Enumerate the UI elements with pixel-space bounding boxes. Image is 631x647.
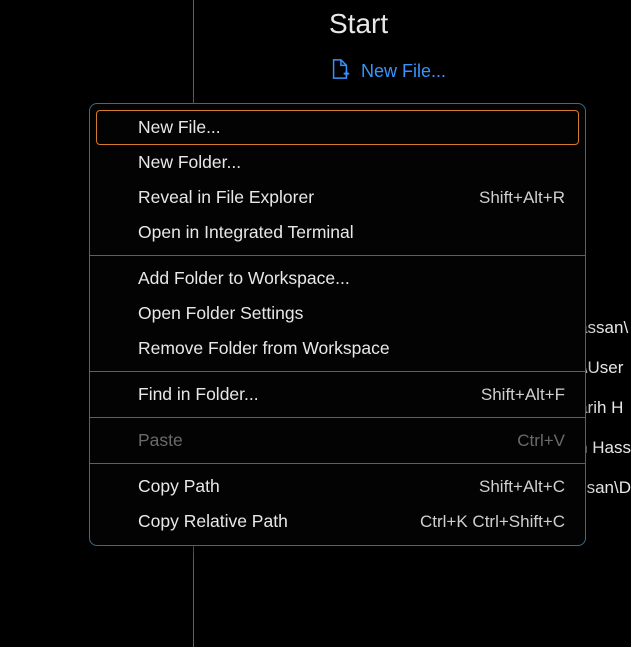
menu-item-open-in-integrated-terminal[interactable]: Open in Integrated Terminal <box>96 215 579 250</box>
menu-item-find-in-folder[interactable]: Find in Folder... Shift+Alt+F <box>96 377 579 412</box>
menu-item-copy-path[interactable]: Copy Path Shift+Alt+C <box>96 469 579 504</box>
menu-separator <box>90 417 585 418</box>
menu-item-label: Paste <box>138 430 183 451</box>
context-menu: New File... New Folder... Reveal in File E… <box>89 103 586 546</box>
menu-item-new-file[interactable]: New File... <box>96 110 579 145</box>
menu-item-shortcut: Shift+Alt+C <box>479 477 565 497</box>
recent-path-fragment: ssan\D <box>578 478 631 518</box>
recent-path-fragment: n Hass <box>578 438 631 478</box>
menu-item-add-folder-to-workspace[interactable]: Add Folder to Workspace... <box>96 261 579 296</box>
menu-item-shortcut: Ctrl+K Ctrl+Shift+C <box>420 512 565 532</box>
menu-separator <box>90 463 585 464</box>
new-file-icon <box>329 58 351 85</box>
menu-item-label: Open in Integrated Terminal <box>138 222 354 243</box>
menu-item-label: New File... <box>138 117 221 138</box>
menu-item-label: Open Folder Settings <box>138 303 303 324</box>
menu-item-shortcut: Shift+Alt+F <box>481 385 565 405</box>
menu-item-new-folder[interactable]: New Folder... <box>96 145 579 180</box>
background-recent-paths: assan\ :\User arih H n Hass ssan\D <box>578 318 631 518</box>
menu-separator <box>90 255 585 256</box>
recent-path-fragment: assan\ <box>578 318 631 358</box>
menu-item-reveal-in-file-explorer[interactable]: Reveal in File Explorer Shift+Alt+R <box>96 180 579 215</box>
menu-separator <box>90 371 585 372</box>
new-file-link[interactable]: New File... <box>329 58 446 85</box>
menu-item-shortcut: Ctrl+V <box>517 431 565 451</box>
new-file-link-label: New File... <box>361 61 446 82</box>
menu-item-remove-folder-from-workspace[interactable]: Remove Folder from Workspace <box>96 331 579 366</box>
menu-item-paste: Paste Ctrl+V <box>96 423 579 458</box>
start-title: Start <box>329 8 446 40</box>
menu-item-open-folder-settings[interactable]: Open Folder Settings <box>96 296 579 331</box>
menu-item-label: Add Folder to Workspace... <box>138 268 350 289</box>
menu-item-label: New Folder... <box>138 152 241 173</box>
menu-item-label: Copy Relative Path <box>138 511 288 532</box>
start-section: Start New File... <box>244 8 446 85</box>
menu-item-label: Reveal in File Explorer <box>138 187 314 208</box>
recent-path-fragment: arih H <box>578 398 631 438</box>
menu-item-label: Remove Folder from Workspace <box>138 338 390 359</box>
menu-item-shortcut: Shift+Alt+R <box>479 188 565 208</box>
menu-item-copy-relative-path[interactable]: Copy Relative Path Ctrl+K Ctrl+Shift+C <box>96 504 579 539</box>
recent-path-fragment: :\User <box>578 358 631 398</box>
menu-item-label: Find in Folder... <box>138 384 259 405</box>
menu-item-label: Copy Path <box>138 476 220 497</box>
